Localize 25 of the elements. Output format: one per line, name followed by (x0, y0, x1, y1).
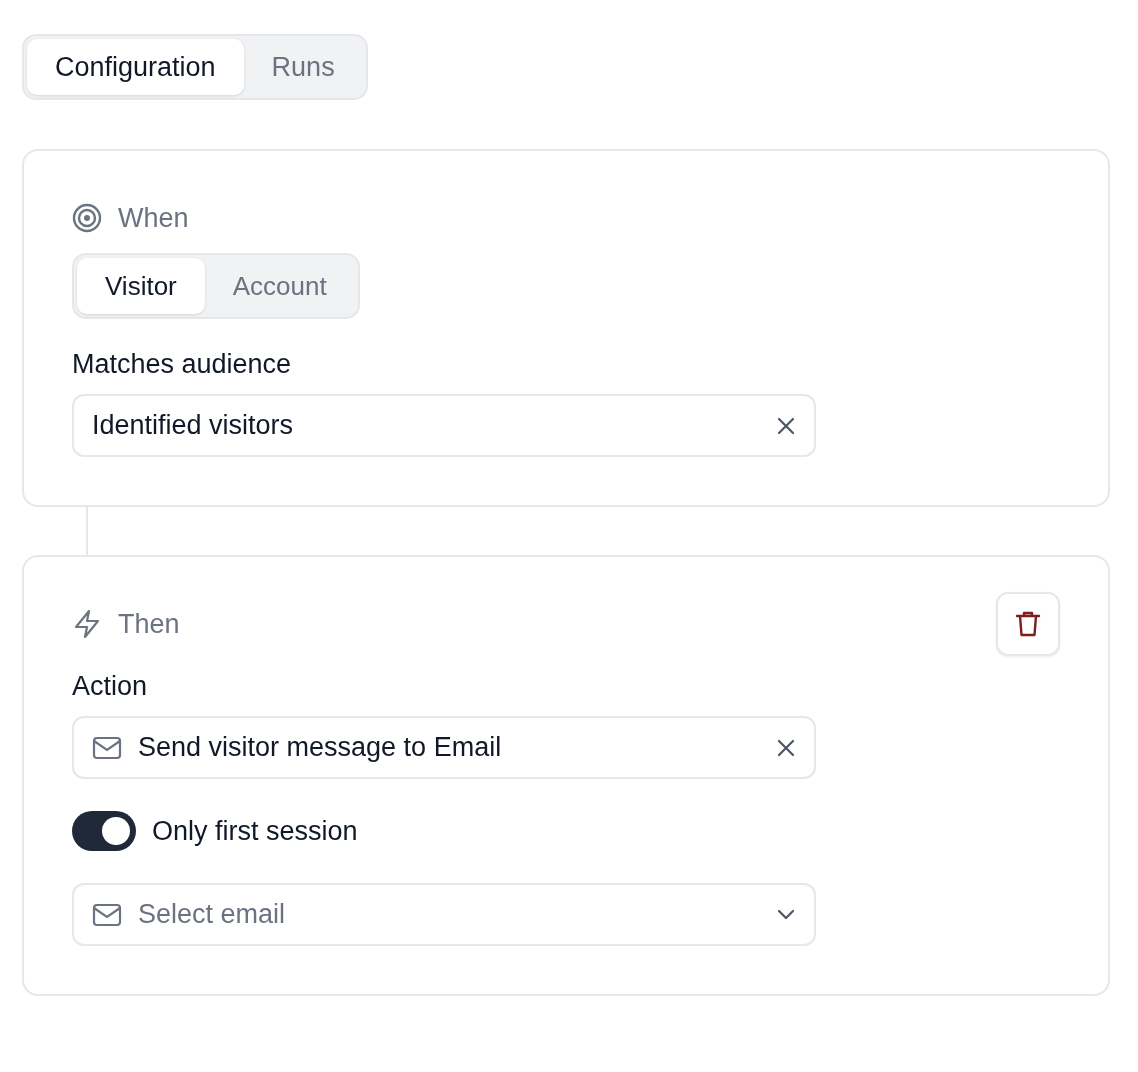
toggle-label: Only first session (152, 815, 358, 847)
toggle-switch[interactable] (72, 811, 136, 851)
chevron-down-icon (776, 908, 796, 921)
delete-button[interactable] (996, 592, 1060, 656)
tab[interactable]: Configuration (27, 39, 244, 95)
tab[interactable]: Runs (243, 39, 363, 95)
action-field[interactable]: Send visitor message to Email (72, 716, 816, 779)
tab[interactable]: Visitor (77, 258, 205, 314)
lightning-icon (72, 609, 102, 639)
field-label: Action (72, 671, 149, 702)
email-input[interactable]: Select email (138, 899, 760, 930)
target-icon (72, 203, 102, 233)
audience-field[interactable]: Identified visitors (72, 394, 816, 457)
section-title: When (118, 202, 189, 234)
mail-icon (92, 735, 122, 760)
mail-icon (92, 902, 122, 927)
field-value: Send visitor message to Email (138, 732, 503, 763)
email-select[interactable]: Select email (72, 883, 816, 946)
close-icon[interactable] (776, 415, 796, 436)
field-label: Matches audience (72, 349, 293, 380)
field-value: Identified visitors (92, 410, 295, 441)
section-title: Then (118, 608, 180, 640)
tab[interactable]: Account (204, 258, 355, 314)
trash-icon (1015, 610, 1041, 638)
close-icon[interactable] (776, 737, 796, 758)
